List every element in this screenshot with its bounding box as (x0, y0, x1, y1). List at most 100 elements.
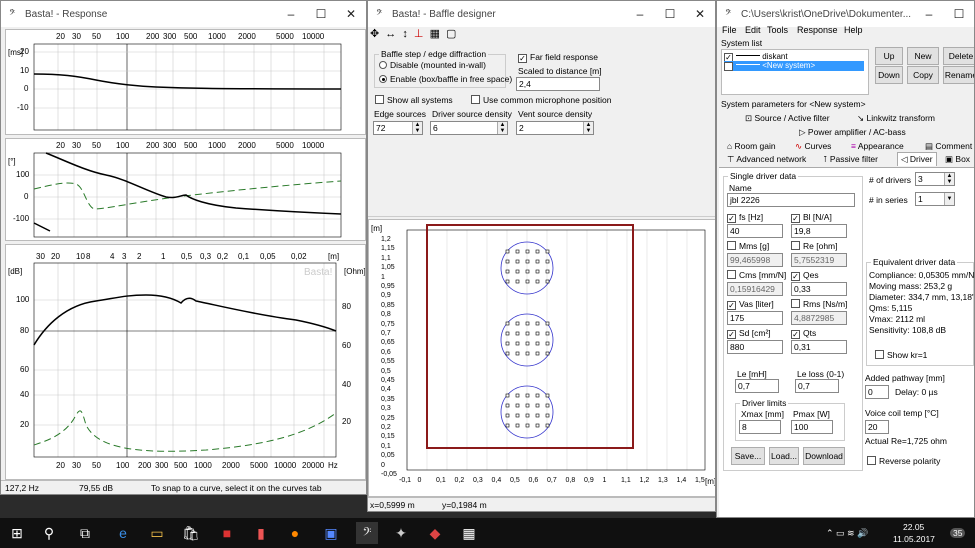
tab-passive-filter[interactable]: ⊺ Passive filter (823, 154, 878, 165)
response-titlebar[interactable]: 𝄢 Basta! - Response – ☐ ✕ (1, 1, 366, 27)
param-checkbox[interactable]: Cms [mm/N] (727, 270, 786, 280)
checkbox-icon[interactable]: ✓ (791, 272, 800, 281)
store-icon[interactable]: 🛍 (180, 522, 202, 544)
radio-enable[interactable]: Enable (box/baffle in free space) (379, 74, 512, 84)
tab-curves[interactable]: ∿ Curves (795, 141, 831, 152)
speaker-app-icon[interactable]: ✦ (390, 522, 412, 544)
minimize-button[interactable]: – (914, 7, 944, 21)
move-tool-icon[interactable]: ✥ (370, 28, 379, 40)
delete-button[interactable]: Delete (943, 47, 974, 65)
tab-driver[interactable]: ◁ Driver (897, 152, 937, 166)
checkbox-icon[interactable] (727, 270, 736, 279)
firefox-icon[interactable]: ● (284, 522, 306, 544)
checkbox-icon[interactable]: ✓ (791, 214, 800, 223)
checkbox-icon[interactable] (791, 241, 800, 250)
added-pathway-input[interactable]: 0 (865, 385, 889, 399)
edge-tool-icon[interactable]: ⊥ (414, 28, 424, 40)
param-input[interactable]: 40 (727, 224, 783, 238)
num-drivers-spinner[interactable]: 3 ▲ ▼ (915, 172, 955, 186)
tab-advanced-network[interactable]: ⊤ Advanced network (727, 154, 806, 165)
basta-taskbar-icon[interactable]: 𝄢 (356, 522, 378, 544)
spl-impedance-panel[interactable]: Basta! [dB] [Ohm] 100 80 60 40 20 80 60 … (5, 244, 366, 480)
down-button[interactable]: Down (875, 66, 903, 84)
param-input[interactable]: 0,33 (791, 282, 847, 296)
spin-arrows-icon[interactable]: ▲ ▼ (412, 122, 422, 134)
baffle-plot[interactable] (369, 220, 716, 497)
notification-badge[interactable]: 35 (950, 528, 966, 538)
tab-appearance[interactable]: ≡ Appearance (851, 141, 904, 151)
param-input[interactable]: 4,8872985 (791, 311, 847, 325)
tab-room-gain[interactable]: ⌂ Room gain (727, 141, 776, 151)
param-checkbox[interactable]: ✓ Bl [N/A] (791, 212, 832, 223)
windows-start-icon[interactable]: ⊞ (6, 522, 28, 544)
param-input[interactable]: 5,7552319 (791, 253, 847, 267)
param-checkbox[interactable]: ✓ Sd [cm²] (727, 328, 771, 339)
baffle-titlebar[interactable]: 𝄢 Basta! - Baffle designer – ☐ ✕ (368, 1, 715, 27)
in-series-dropdown[interactable]: 1 ▼ (915, 192, 955, 206)
edge-browser-icon[interactable]: e (112, 522, 134, 544)
maximize-button[interactable]: ☐ (944, 7, 974, 21)
phase-plot[interactable] (6, 139, 366, 241)
search-icon[interactable]: ⚲ (38, 522, 60, 544)
param-input[interactable]: 0,15916429 (727, 282, 783, 296)
param-checkbox[interactable]: ✓ Qes (791, 270, 819, 281)
save-driver-button[interactable]: Save... (731, 447, 765, 465)
maximize-button[interactable]: ☐ (655, 7, 685, 21)
tab-comment[interactable]: ▤ Comment (925, 141, 972, 152)
clock-time[interactable]: 22.05 (903, 522, 924, 532)
minimize-button[interactable]: – (625, 7, 655, 21)
param-checkbox[interactable]: Re [ohm] (791, 241, 838, 251)
maximize-button[interactable]: ☐ (306, 7, 336, 21)
app-pdf-icon[interactable]: ▮ (250, 522, 272, 544)
checkbox-icon[interactable]: ✓ (727, 214, 736, 223)
show-all-systems-checkbox[interactable]: Show all systems (375, 95, 453, 105)
group-delay-plot[interactable] (6, 30, 366, 135)
close-button[interactable]: ✕ (685, 7, 715, 21)
chevron-down-icon[interactable]: ▼ (944, 193, 954, 205)
new-button[interactable]: New (907, 47, 939, 65)
rectangle-tool-icon[interactable]: ▢ (446, 28, 456, 40)
checkbox-icon[interactable] (791, 299, 800, 308)
tray-icons[interactable]: ⌃ ▭ ≋ 🔊 (826, 528, 868, 539)
param-input[interactable]: 0,31 (791, 340, 847, 354)
menu-tools[interactable]: Tools (767, 25, 788, 35)
spin-arrows-icon[interactable]: ▲ ▼ (944, 173, 954, 185)
xmax-input[interactable]: 8 (739, 420, 781, 434)
file-explorer-icon[interactable]: ▭ (146, 522, 168, 544)
checkbox-icon[interactable]: ✓ (727, 330, 736, 339)
param-input[interactable]: 175 (727, 311, 783, 325)
main-titlebar[interactable]: 𝄢 C:\Users\krist\OneDrive\Dokumenter... … (717, 1, 974, 27)
spin-arrows-icon[interactable]: ▲ ▼ (583, 122, 593, 134)
driver-name-input[interactable]: jbl 2226 (727, 193, 855, 207)
tab-power-amplifier[interactable]: ▷ Power amplifier / AC-bass (799, 127, 906, 138)
far-field-checkbox[interactable]: ✓ Far field response (518, 52, 598, 63)
phase-panel[interactable]: [°] 100 0 -100 20 30 50 100 200 300 500 … (5, 138, 366, 241)
menu-file[interactable]: File (722, 25, 737, 35)
download-driver-button[interactable]: Download (803, 447, 845, 465)
vc-temp-input[interactable]: 20 (865, 420, 889, 434)
pmax-input[interactable]: 100 (791, 420, 833, 434)
clock-date[interactable]: 11.05.2017 (893, 534, 935, 544)
param-checkbox[interactable]: Rms [Ns/m] (791, 299, 847, 309)
system-list[interactable]: ✓ diskant ✓ <New system> (721, 49, 869, 95)
baffle-canvas[interactable]: [m] [m] 1,2 1,15 1,1 1,05 1 0,95 0,9 0,85 0,8 0,7… (368, 219, 716, 497)
load-driver-button[interactable]: Load... (769, 447, 799, 465)
rename-button[interactable]: Rename (943, 66, 974, 84)
system-checkbox[interactable]: ✓ (724, 62, 733, 71)
spl-plot[interactable]: Basta! (6, 245, 366, 480)
common-mic-checkbox[interactable]: Use common microphone position (471, 95, 612, 105)
show-kr-checkbox[interactable]: Show kr=1 (875, 350, 927, 360)
param-checkbox[interactable]: ✓ fs [Hz] (727, 212, 763, 223)
group-delay-panel[interactable]: [ms] 20 10 0 -10 20 30 50 100 200 300 50… (5, 29, 366, 135)
param-checkbox[interactable]: ✓ Vas [liter] (727, 299, 774, 310)
up-button[interactable]: Up (875, 47, 903, 65)
checkbox-icon[interactable]: ✓ (727, 301, 736, 310)
menu-edit[interactable]: Edit (745, 25, 761, 35)
app-red2-icon[interactable]: ◆ (424, 522, 446, 544)
checkbox-icon[interactable]: ✓ (791, 330, 800, 339)
app-red-icon[interactable]: ■ (216, 522, 238, 544)
le-loss-input[interactable]: 0,7 (795, 379, 839, 393)
vent-density-spinner[interactable]: 2 ▲ ▼ (516, 121, 594, 135)
calculator-icon[interactable]: ▦ (458, 522, 480, 544)
grid-tool-icon[interactable]: ▦ (430, 28, 440, 40)
